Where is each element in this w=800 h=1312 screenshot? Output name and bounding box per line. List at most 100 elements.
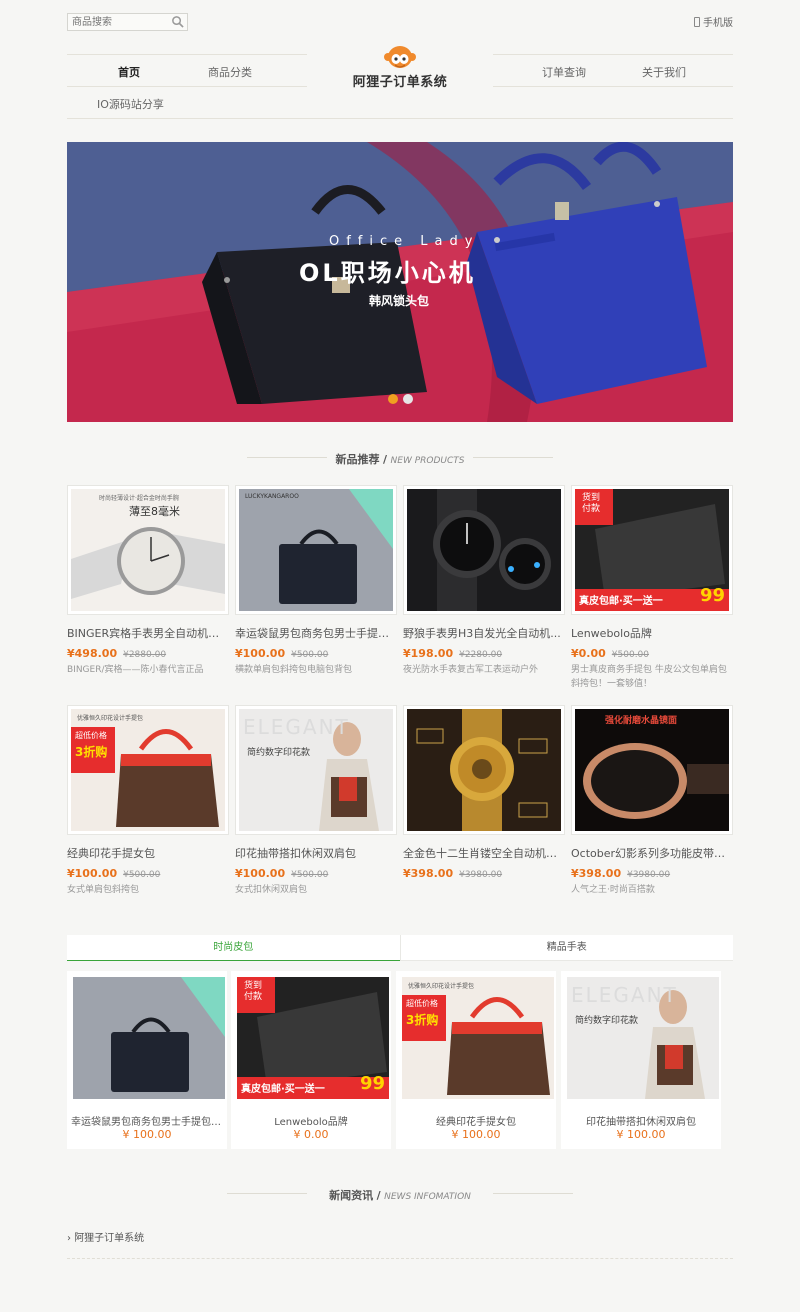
news-item[interactable]: › 阿狸子订单系统 [67,1229,144,1244]
tab-product-image[interactable]: ELEGANT 简约数字印花款 [567,977,719,1099]
heading-line [227,1193,307,1194]
product-name[interactable]: 野狼手表男H3自发光全自动机... [403,625,565,641]
product-card[interactable]: 时尚轻薄设计·超合金时尚手腕 薄至8毫米 BINGER宾格手表男全自动机械表 ¥… [67,485,229,677]
product-image[interactable]: ELEGANT 简约数字印花款 [235,705,397,835]
product-card[interactable]: 全金色十二生肖镂空全自动机械... ¥398.00 ¥3980.00 [403,705,565,883]
tab-watches[interactable]: 精品手表 [399,935,733,961]
tab-product-card[interactable]: ELEGANT 简约数字印花款 印花抽带搭扣休闲双肩包 ¥ 100.00 [561,971,721,1149]
product-card[interactable]: 优雅恒久印花设计手提包 超低价格 3折购 经典印花手提女包 ¥100.00 ¥50… [67,705,229,897]
nav-divider [493,54,733,55]
search-box [67,13,188,31]
tab-product-name[interactable]: Lenwebolo品牌 [235,1113,387,1128]
tab-product-card[interactable]: 优雅恒久印花设计手提包 超低价格 3折购 经典印花手提女包 ¥ 100.00 [396,971,556,1149]
nav-divider [67,118,733,119]
tab-product-card[interactable]: 货到付款 真皮包邮·买一送一 99 Lenwebolo品牌 ¥ 0.00 [231,971,391,1149]
heading-sep: / [376,1189,381,1202]
product-desc: 横款单肩包斜挎包电脑包背包 [235,665,353,675]
tab-product-price: ¥ 0.00 [293,1128,329,1141]
product-card[interactable]: 野狼手表男H3自发光全自动机... ¥198.00 ¥2280.00 夜光防水手表… [403,485,565,677]
product-image[interactable]: 优雅恒久印花设计手提包 超低价格 3折购 [67,705,229,835]
product-old-price: ¥3980.00 [627,870,671,880]
carousel-dot-1[interactable] [388,394,398,404]
hero-banner[interactable]: Office Lady OL职场小心机 韩风锁头包 [67,142,733,422]
banner-title: OL职场小心机 [299,259,476,287]
product-name[interactable]: 幸运袋鼠男包商务包男士手提包... [235,625,397,641]
tab-product-name[interactable]: 幸运袋鼠男包商务包男士手提包公... [71,1113,223,1128]
product-card[interactable]: 强化耐磨水晶镜面 October幻影系列多功能皮带腕表 ¥398.00 ¥3980… [571,705,733,897]
tab-product-image-text: 简约数字印花款 [575,1016,639,1026]
nav-categories[interactable]: 商品分类 [208,64,252,80]
product-price: ¥198.00 [403,647,454,660]
product-name[interactable]: October幻影系列多功能皮带腕表 [571,845,733,861]
heading-line [473,457,553,458]
product-price: ¥398.00 [403,867,454,880]
product-desc: 夜光防水手表复古军工表运动户外 [403,665,539,675]
footer-divider [67,1258,733,1259]
tab-product-image[interactable]: 优雅恒久印花设计手提包 超低价格 3折购 [402,977,554,1099]
product-name[interactable]: BINGER宾格手表男全自动机械表 [67,625,229,641]
mobile-version-link[interactable]: 手机版 [694,14,733,29]
product-name[interactable]: 印花抽带搭扣休闲双肩包 [235,845,397,861]
product-image[interactable]: 货到付款 真皮包邮·买一送一 99 [571,485,733,615]
product-image-text: 简约数字印花款 [247,748,311,758]
phone-icon [694,16,700,27]
nav-home[interactable]: 首页 [118,64,140,80]
product-price: ¥100.00 [235,867,286,880]
tab-fashion-bags[interactable]: 时尚皮包 [67,935,400,961]
product-image-top-text: 时尚轻薄设计·超合金时尚手腕 [99,495,179,502]
heading-en: NEW PRODUCTS [390,456,465,466]
product-image[interactable] [403,705,565,835]
product-old-price: ¥500.00 [611,650,650,660]
product-image-badge: 超低价格 [75,731,107,740]
product-image[interactable]: 时尚轻薄设计·超合金时尚手腕 薄至8毫米 [67,485,229,615]
product-image-top-text: 强化耐磨水晶镜面 [605,716,678,726]
product-image[interactable] [403,485,565,615]
product-old-price: ¥500.00 [291,870,329,880]
tab-product-card[interactable]: 幸运袋鼠男包商务包男士手提包公... ¥ 100.00 [67,971,227,1149]
news-heading: 新闻资讯 / NEWS INFOMATION [67,1187,733,1203]
tab-product-image-top-text: ELEGANT [571,983,678,1007]
tab-product-image[interactable] [73,977,225,1099]
product-old-price: ¥2880.00 [123,650,167,660]
tab-product-image-number: 99 [359,1073,385,1094]
product-name[interactable]: 经典印花手提女包 [67,845,229,861]
tab-product-image-badge: 超低价格 [406,999,438,1008]
nav-order-query[interactable]: 订单查询 [542,64,586,80]
tab-product-image[interactable]: 货到付款 真皮包邮·买一送一 99 [237,977,389,1099]
product-price: ¥0.00 [571,647,606,660]
product-image-banner: 真皮包邮·买一送一 [579,596,663,607]
product-desc: 男士真皮商务手提包 牛皮公文包单肩包斜挎包！一套够值！ [571,665,727,689]
banner-subtitle: Office Lady [329,234,480,249]
product-name[interactable]: 全金色十二生肖镂空全自动机械... [403,845,565,861]
search-icon[interactable] [171,15,184,28]
product-card[interactable]: 货到付款 真皮包邮·买一送一 99 Lenwebolo品牌 ¥0.00 ¥500.… [571,485,733,691]
product-desc: BINGER/宾格——陈小春代言正品 [67,665,204,675]
heading-sep: / [383,453,388,466]
heading-cn: 新品推荐 [335,453,380,466]
product-old-price: ¥500.00 [123,870,161,880]
tab-product-image-badge2: 3折购 [406,1013,439,1027]
product-image-top-text: ELEGANT [243,715,350,739]
product-card[interactable]: LUCKYKANGAROO 幸运袋鼠男包商务包男士手提包... ¥100.00 ¥… [235,485,397,677]
tab-product-price: ¥ 100.00 [616,1128,666,1141]
logo[interactable]: 阿狸子订单系统 [345,42,455,90]
product-price: ¥100.00 [235,647,286,660]
tab-product-price: ¥ 100.00 [451,1128,501,1141]
product-name[interactable]: Lenwebolo品牌 [571,625,733,641]
nav-source-share[interactable]: IO源码站分享 [97,96,164,112]
product-image[interactable]: 强化耐磨水晶镜面 [571,705,733,835]
nav-divider [67,86,307,87]
logo-text: 阿狸子订单系统 [352,75,448,90]
tab-product-name[interactable]: 经典印花手提女包 [400,1113,552,1128]
product-image-number: 99 [699,585,725,606]
nav-about[interactable]: 关于我们 [642,64,686,80]
news-title[interactable]: 阿狸子订单系统 [74,1233,144,1244]
product-image[interactable]: LUCKYKANGAROO [235,485,397,615]
monkey-logo-icon [384,46,416,68]
product-image-badge2: 3折购 [75,745,108,759]
tab-product-image-top-text: 优雅恒久印花设计手提包 [408,983,475,990]
carousel-dot-2[interactable] [403,394,413,404]
search-input[interactable] [68,14,168,30]
product-card[interactable]: ELEGANT 简约数字印花款 印花抽带搭扣休闲双肩包 ¥100.00 ¥500.… [235,705,397,897]
tab-product-name[interactable]: 印花抽带搭扣休闲双肩包 [565,1113,717,1128]
